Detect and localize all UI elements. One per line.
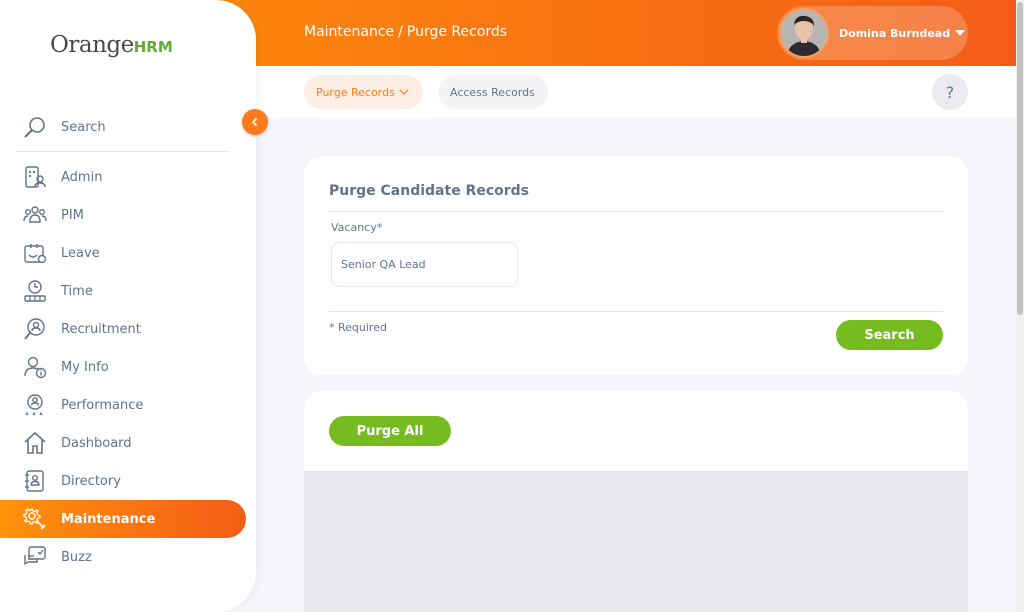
sidebar-item-admin[interactable]: Admin xyxy=(0,158,246,196)
sidebar-item-directory[interactable]: Directory xyxy=(0,462,246,500)
divider xyxy=(329,211,943,212)
recruitment-icon xyxy=(23,317,47,341)
buzz-icon xyxy=(23,545,47,569)
purge-form-card: Purge Candidate Records Vacancy* Senior … xyxy=(304,156,968,375)
user-name: Domina Burndead xyxy=(839,26,951,40)
user-dropdown[interactable]: Domina Burndead xyxy=(777,6,968,60)
scrollbar-thumb[interactable] xyxy=(1017,2,1023,315)
sidebar-item-pim[interactable]: PIM xyxy=(0,196,246,234)
sidebar-item-buzz[interactable]: Buzz xyxy=(0,538,246,576)
required-note: * Required xyxy=(329,321,387,334)
performance-icon xyxy=(23,393,47,417)
sidebar: Orange HRM Search Admin PIM Leave Time R… xyxy=(0,0,256,612)
sidebar-item-time[interactable]: Time xyxy=(0,272,246,310)
maintenance-icon xyxy=(23,507,47,531)
dashboard-icon xyxy=(23,431,47,455)
tab-purge-records-label: Purge Records xyxy=(316,85,395,99)
breadcrumb-module: Maintenance xyxy=(304,24,395,40)
avatar xyxy=(779,8,829,58)
sidebar-item-label: My Info xyxy=(61,359,109,375)
breadcrumb: Maintenance / Purge Records xyxy=(304,24,507,40)
search-button[interactable]: Search xyxy=(836,320,943,350)
logo-hrm: HRM xyxy=(133,38,173,56)
logo-text: Orange xyxy=(50,32,134,58)
tab-access-records[interactable]: Access Records xyxy=(438,75,548,109)
sidebar-item-label: Maintenance xyxy=(61,511,156,527)
sidebar-item-performance[interactable]: Performance xyxy=(0,386,246,424)
admin-icon xyxy=(23,165,47,189)
sidebar-item-label: Dashboard xyxy=(61,435,132,451)
sidebar-item-label: Recruitment xyxy=(61,321,141,337)
breadcrumb-page: Purge Records xyxy=(406,24,508,40)
results-card: Purge All xyxy=(304,391,968,612)
sidebar-item-label: Directory xyxy=(61,473,121,489)
chevron-down-icon xyxy=(399,89,409,95)
search-icon xyxy=(23,116,47,140)
sidebar-item-label: Admin xyxy=(61,169,103,185)
logo: Orange HRM xyxy=(50,32,173,66)
sidebar-item-dashboard[interactable]: Dashboard xyxy=(0,424,246,462)
sidebar-item-maintenance[interactable]: Maintenance xyxy=(0,500,246,538)
chevron-left-icon xyxy=(251,117,258,127)
vacancy-label: Vacancy* xyxy=(331,221,383,234)
form-title: Purge Candidate Records xyxy=(329,183,530,199)
sidebar-item-label: Buzz xyxy=(61,549,92,565)
caret-down-icon xyxy=(955,30,966,36)
collapse-sidebar-button[interactable] xyxy=(242,109,268,135)
tab-purge-records[interactable]: Purge Records xyxy=(304,75,423,109)
pim-icon xyxy=(23,203,47,227)
scrollbar[interactable] xyxy=(1016,0,1024,612)
search-label: Search xyxy=(61,120,106,135)
breadcrumb-separator: / xyxy=(398,24,403,40)
vacancy-input[interactable]: Senior QA Lead xyxy=(331,242,518,287)
help-button[interactable]: ? xyxy=(932,74,968,110)
divider xyxy=(329,311,943,312)
sidebar-item-label: Performance xyxy=(61,397,144,413)
sidebar-item-label: Time xyxy=(61,283,93,299)
sidebar-item-label: PIM xyxy=(61,207,84,223)
sidebar-item-leave[interactable]: Leave xyxy=(0,234,246,272)
sidebar-search[interactable]: Search xyxy=(16,104,230,152)
directory-icon xyxy=(23,469,47,493)
purge-all-button[interactable]: Purge All xyxy=(329,416,451,446)
time-icon xyxy=(23,279,47,303)
sidebar-item-label: Leave xyxy=(61,245,100,261)
tab-access-records-label: Access Records xyxy=(450,85,535,99)
sidebar-item-my-info[interactable]: My Info xyxy=(0,348,246,386)
leave-icon xyxy=(23,241,47,265)
sub-navigation: Purge Records Access Records ? xyxy=(256,66,1016,118)
sidebar-menu: Admin PIM Leave Time Recruitment My Info… xyxy=(0,158,246,576)
my-info-icon xyxy=(23,355,47,379)
results-area xyxy=(304,471,968,612)
sidebar-item-recruitment[interactable]: Recruitment xyxy=(0,310,246,348)
